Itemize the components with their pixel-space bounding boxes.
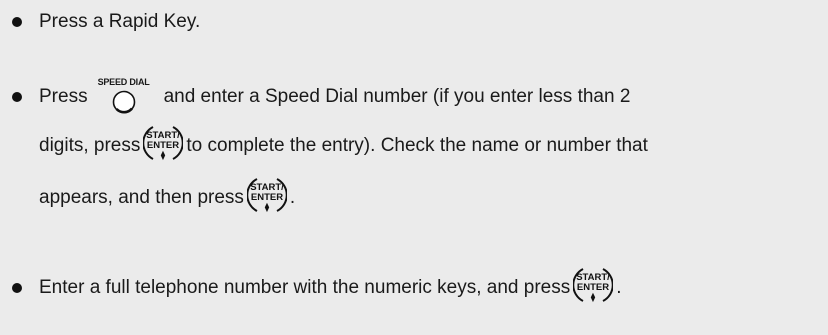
period-text: . bbox=[616, 277, 622, 298]
instruction-line-2a: Press SPEED DIAL and enter a Speed Dial … bbox=[39, 77, 630, 117]
speed-dial-key: SPEED DIAL bbox=[94, 77, 154, 117]
start-enter-key: START/ ENTER ⧫ bbox=[572, 265, 614, 311]
instruction-page: Press a Rapid Key. Press SPEED DIAL and … bbox=[0, 0, 828, 335]
start-enter-key-icon: START/ ENTER ⧫ bbox=[572, 268, 614, 303]
digits-press-text: digits, press bbox=[39, 135, 141, 156]
svg-text:⧫: ⧫ bbox=[161, 150, 166, 161]
start-enter-key-icon: START/ ENTER ⧫ bbox=[142, 126, 185, 161]
start-enter-key-icon: START/ ENTER ⧫ bbox=[246, 178, 288, 213]
bullet-marker bbox=[12, 283, 22, 293]
rapid-key-text: Press a Rapid Key. bbox=[39, 11, 201, 32]
complete-entry-text: to complete the entry). Check the name o… bbox=[186, 135, 648, 156]
appears-press-text: appears, and then press bbox=[39, 187, 244, 208]
speed-dial-instruction: and enter a Speed Dial number (if you en… bbox=[163, 86, 631, 107]
instruction-line-1: Press a Rapid Key. bbox=[39, 2, 200, 42]
press-text: Press bbox=[39, 86, 88, 107]
instruction-line-2c: appears, and then press START/ ENTER ⧫ . bbox=[39, 178, 295, 218]
start-enter-key: START/ ENTER ⧫ bbox=[142, 123, 185, 169]
period-text: . bbox=[289, 187, 296, 208]
speed-dial-key-icon bbox=[112, 90, 135, 114]
svg-text:⧫: ⧫ bbox=[265, 202, 270, 213]
svg-text:ENTER: ENTER bbox=[147, 140, 179, 151]
instruction-line-3: Enter a full telephone number with the n… bbox=[39, 268, 622, 308]
svg-text:ENTER: ENTER bbox=[577, 282, 609, 293]
svg-text:ENTER: ENTER bbox=[251, 192, 283, 203]
bullet-marker bbox=[12, 92, 22, 102]
full-number-text: Enter a full telephone number with the n… bbox=[39, 277, 571, 298]
speed-dial-label: SPEED DIAL bbox=[97, 77, 150, 87]
svg-text:⧫: ⧫ bbox=[591, 292, 596, 303]
start-enter-key: START/ ENTER ⧫ bbox=[246, 175, 288, 221]
bullet-marker bbox=[12, 17, 22, 27]
instruction-line-2b: digits, press START/ ENTER ⧫ to complete… bbox=[39, 126, 648, 166]
